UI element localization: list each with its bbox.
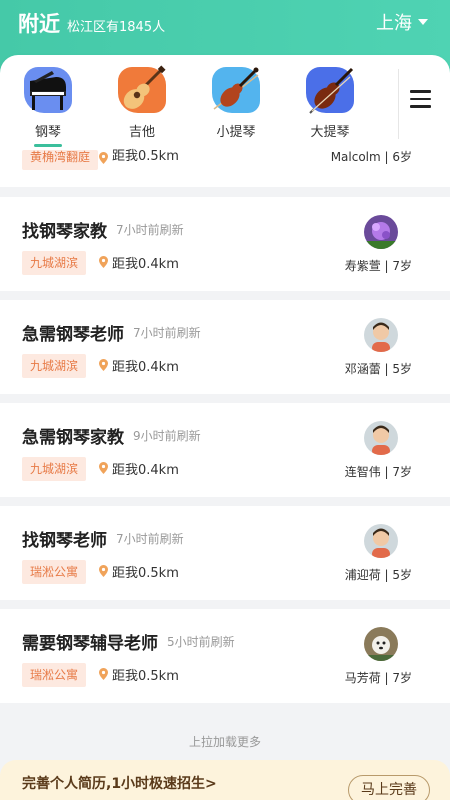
list-item[interactable]: 急需钢琴老师 7小时前刷新九城湖滨 距我0.4km 邓涵蕾 | 5岁 xyxy=(0,300,450,394)
flower-avatar[interactable] xyxy=(364,215,398,249)
category-label: 钢琴 xyxy=(34,125,61,140)
refresh-time: 9小时前刷新 xyxy=(133,429,201,443)
child-info: 寿紫萱 | 7岁 xyxy=(344,259,412,273)
location-tag: 九城湖滨 xyxy=(22,457,87,481)
category-violin[interactable]: 小提琴 xyxy=(206,65,266,140)
job-title: 急需钢琴家教 xyxy=(22,428,124,448)
menu-icon[interactable] xyxy=(410,90,432,108)
category-label: 大提琴 xyxy=(310,125,350,140)
complete-profile-button[interactable]: 马上完善 xyxy=(348,775,430,800)
location-tag: 瑞淞公寓 xyxy=(22,560,87,584)
list-item[interactable]: 急需钢琴家教 9小时前刷新九城湖滨 距我0.4km 连智伟 | 7岁 xyxy=(0,403,450,497)
child-avatar[interactable] xyxy=(364,318,398,352)
category-divider xyxy=(398,69,399,139)
resume-banner[interactable]: 完善个人简历,1小时极速招生> 马上完善 xyxy=(0,760,450,800)
child-info: 连智伟 | 7岁 xyxy=(344,465,412,479)
category-cello[interactable]: 大提琴 xyxy=(300,65,360,140)
job-title: 找钢琴家教 xyxy=(22,222,107,242)
category-guitar[interactable]: 吉他 xyxy=(112,65,172,140)
location-pin-icon xyxy=(99,256,108,268)
refresh-time: 5小时前刷新 xyxy=(167,635,235,649)
distance-text: 距我0.4km xyxy=(112,463,179,478)
location-tag: 九城湖滨 xyxy=(22,354,87,378)
dog-avatar[interactable] xyxy=(364,627,398,661)
city-selector[interactable]: 上海 xyxy=(376,9,412,35)
cello-icon xyxy=(304,65,356,115)
selected-indicator xyxy=(34,144,62,147)
job-title: 需要钢琴辅导老师 xyxy=(22,634,158,654)
page-title: 附近 xyxy=(18,12,60,36)
nearby-count: 松江区有1845人 xyxy=(67,20,166,35)
banner-text[interactable]: 完善个人简历,1小时极速招生> xyxy=(22,773,217,793)
distance-text: 距我0.5km xyxy=(112,566,179,581)
child-info: Malcolm | 6岁 xyxy=(330,150,412,164)
load-more-text: 上拉加载更多 xyxy=(188,735,261,749)
location-pin-icon xyxy=(99,152,108,164)
list-item[interactable]: 黄桷湾翻庭 距我0.5km Malcolm | 6岁 xyxy=(0,150,450,187)
location-tag: 九城湖滨 xyxy=(22,251,87,275)
child-info: 邓涵蕾 | 5岁 xyxy=(344,362,412,376)
refresh-time: 7小时前刷新 xyxy=(133,326,201,340)
category-label: 吉他 xyxy=(128,125,155,140)
list-item[interactable]: 找钢琴家教 7小时前刷新九城湖滨 距我0.4km 寿紫萱 | 7岁 xyxy=(0,197,450,291)
violin-icon xyxy=(210,65,262,115)
child-info: 浦迎荷 | 5岁 xyxy=(344,568,412,582)
job-title: 找钢琴老师 xyxy=(22,531,107,551)
location-tag: 瑞淞公寓 xyxy=(22,663,87,687)
child-avatar[interactable] xyxy=(364,421,398,455)
guitar-icon xyxy=(116,65,168,115)
category-label: 小提琴 xyxy=(216,125,256,140)
category-panel: 钢琴 吉他 小提琴 大提琴 xyxy=(0,55,450,150)
distance-text: 距我0.4km xyxy=(112,360,179,375)
piano-icon xyxy=(22,65,74,115)
refresh-time: 7小时前刷新 xyxy=(116,223,184,237)
distance-text: 距我0.5km xyxy=(112,669,179,684)
child-info: 马芳荷 | 7岁 xyxy=(344,671,412,685)
location-pin-icon xyxy=(99,359,108,371)
child-avatar[interactable] xyxy=(364,524,398,558)
category-piano[interactable]: 钢琴 xyxy=(18,65,78,147)
list-item[interactable]: 需要钢琴辅导老师 5小时前刷新瑞淞公寓 距我0.5km 马芳荷 | 7岁 xyxy=(0,609,450,703)
location-pin-icon xyxy=(99,462,108,474)
list-item[interactable]: 找钢琴老师 7小时前刷新瑞淞公寓 距我0.5km 浦迎荷 | 5岁 xyxy=(0,506,450,600)
location-tag: 黄桷湾翻庭 xyxy=(22,150,99,170)
caret-down-icon[interactable] xyxy=(418,19,428,25)
refresh-time: 7小时前刷新 xyxy=(116,532,184,546)
location-pin-icon xyxy=(99,565,108,577)
distance-text: 距我0.4km xyxy=(112,257,179,272)
location-pin-icon xyxy=(99,668,108,680)
job-title: 急需钢琴老师 xyxy=(22,325,124,345)
distance-text: 距我0.5km xyxy=(112,149,179,164)
